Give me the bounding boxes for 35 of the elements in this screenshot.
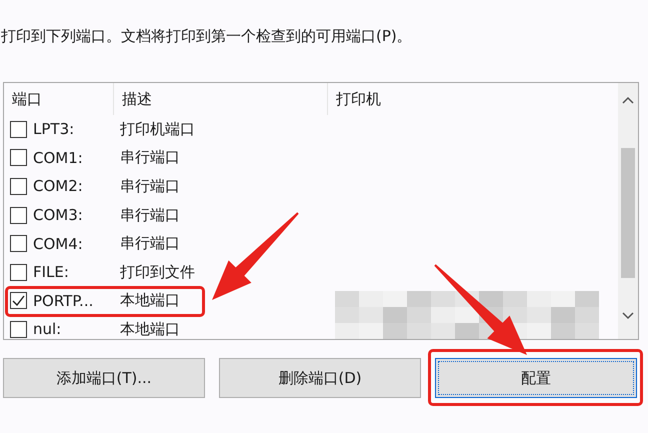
port-description: 串行端口 <box>119 206 181 225</box>
port-description: 串行端口 <box>119 176 181 196</box>
port-checkbox[interactable] <box>10 292 27 310</box>
scrollbar[interactable] <box>618 83 638 339</box>
port-description: 本地端口 <box>119 320 181 339</box>
scroll-up-icon[interactable] <box>622 96 634 104</box>
port-name: COM3: <box>33 206 83 224</box>
port-checkbox[interactable] <box>10 149 27 166</box>
column-header[interactable]: 端口 <box>4 83 114 115</box>
port-description: 打印机端口 <box>119 120 196 139</box>
port-name: COM4: <box>33 234 83 253</box>
scrollbar-thumb[interactable] <box>621 148 635 278</box>
port-name: COM2: <box>33 177 83 196</box>
port-name: LPT3: <box>33 120 74 138</box>
port-button[interactable]: 删除端口(D) <box>219 358 421 398</box>
column-header[interactable]: 打印机 <box>328 83 618 115</box>
port-name: PORTP... <box>33 292 94 310</box>
port-name: nul: <box>33 320 62 338</box>
port-checkbox[interactable] <box>10 235 27 252</box>
instruction-text: 打印到下列端口。文档将打印到第一个检查到的可用端口(P)。 <box>0 27 413 46</box>
scroll-down-icon[interactable] <box>622 312 634 320</box>
port-description: 串行端口 <box>119 234 181 254</box>
port-name: FILE: <box>33 263 69 282</box>
port-name: COM1: <box>33 148 83 167</box>
port-checkbox[interactable] <box>10 120 27 138</box>
port-button[interactable]: 配置 <box>435 358 637 398</box>
port-description: 串行端口 <box>119 148 181 168</box>
column-header[interactable]: 描述 <box>114 83 328 115</box>
port-checkbox[interactable] <box>10 178 27 195</box>
port-description: 打印到文件 <box>119 262 196 282</box>
port-checkbox[interactable] <box>10 206 27 224</box>
port-checkbox[interactable] <box>10 320 27 338</box>
port-button[interactable]: 添加端口(T)... <box>3 358 205 398</box>
port-checkbox[interactable] <box>10 264 27 281</box>
port-description: 本地端口 <box>119 291 181 310</box>
